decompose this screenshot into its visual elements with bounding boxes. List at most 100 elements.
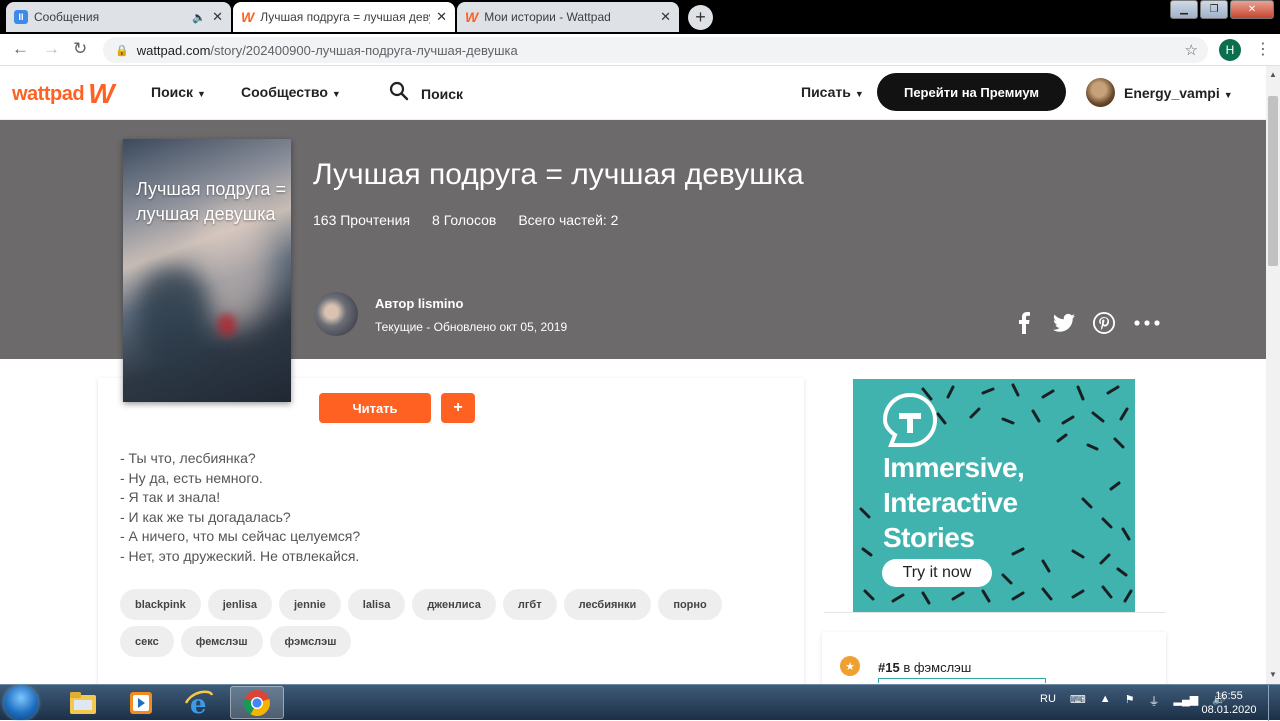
caret-down-icon: ▼ [197,89,206,99]
wattpad-icon: W [241,9,255,25]
internet-explorer-icon[interactable]: e [172,686,226,719]
close-icon[interactable]: ✕ [660,9,671,25]
tag[interactable]: секс [120,626,174,657]
ad-headline-line: Stories [883,522,975,553]
tab-my-stories[interactable]: W Мои истории - Wattpad ✕ [457,2,679,32]
tag[interactable]: blackpink [120,589,201,620]
tag[interactable]: лесбиянки [563,589,652,620]
window-close-button[interactable]: ✕ [1230,0,1274,19]
system-tray: RU ⌨ ▲ ⚑ ⏚ ▂▄▆ 🔊 [1040,693,1226,709]
ranking-bar [878,678,1046,683]
tab-title: Сообщения [34,10,100,24]
divider [824,612,1166,613]
tag[interactable]: jennie [279,589,341,620]
story-status: Текущие - Обновлено окт 05, 2019 [375,320,568,334]
signal-icon[interactable]: ▂▄▆ [1174,693,1199,709]
story-details-card: Читать + - Ты что, лесбиянка? - Ну да, е… [98,378,804,698]
start-button[interactable] [4,686,38,720]
ad-cta-button[interactable]: Try it now [882,559,992,587]
reload-icon[interactable]: ↻ [73,39,87,59]
minimize-button[interactable]: ▁ [1170,0,1198,19]
lock-icon: 🔒 [115,44,129,57]
logo-text: wattpad [12,82,85,105]
profile-avatar[interactable]: Н [1219,39,1241,61]
nav-browse[interactable]: Поиск ▼ [151,84,206,100]
nav-write[interactable]: Писать ▼ [801,84,864,100]
page-scrollbar[interactable]: ▲ ▼ [1266,66,1280,684]
facebook-icon[interactable] [1013,312,1035,334]
tag[interactable]: jenlisa [207,589,272,620]
tab-title: Мои истории - Wattpad [484,10,611,24]
show-desktop-button[interactable] [1268,685,1280,721]
description-line: - И как же ты догадалась? [120,508,291,525]
rank-category: в фэмслэш [899,660,972,675]
scroll-down-icon[interactable]: ▼ [1269,670,1277,679]
search-icon[interactable] [389,81,409,101]
pinterest-icon[interactable] [1093,312,1115,334]
chrome-icon[interactable] [230,686,284,719]
cover-image-part [138,269,208,369]
rank-number: #15 [878,660,900,675]
url-host: wattpad.com [136,42,211,58]
tag[interactable]: лгбт [502,589,557,620]
back-icon[interactable]: ← [12,39,29,59]
avatar[interactable] [1086,78,1115,107]
flag-icon[interactable]: ⚑ [1125,693,1135,709]
ranking-star-icon: ★ [840,656,860,676]
tab-story[interactable]: W Лучшая подруга = лучшая девушка ✕ [233,2,455,32]
system-clock[interactable]: 16:55 08.01.2020 [1200,689,1258,717]
ranking-link[interactable]: #15 в фэмслэш [878,660,971,675]
window-controls: ▁ ❐ ✕ [1170,0,1274,19]
caret-down-icon: ▼ [331,89,341,99]
new-tab-button[interactable]: + [688,5,713,30]
author-avatar[interactable] [314,292,358,336]
nav-community[interactable]: Сообщество ▼ [241,84,341,100]
read-button[interactable]: Читать [319,393,431,423]
close-icon[interactable]: ✕ [436,9,447,25]
nav-write-label: Писать [801,84,851,100]
power-icon[interactable]: ⏚ [1149,693,1160,709]
media-player-icon[interactable] [114,686,168,719]
restore-button[interactable]: ❐ [1200,0,1228,19]
tab-messages[interactable]: II Сообщения 🔈 ✕ [6,2,231,32]
author-link[interactable]: Автор lismino [375,296,463,311]
story-cover[interactable]: Лучшая подруга = лучшая девушка [123,139,291,402]
browser-menu-icon[interactable]: ⋮ [1255,39,1271,59]
more-icon[interactable] [1133,312,1161,334]
cover-title: Лучшая подруга = лучшая девушка [136,179,286,224]
story-stats: 163 Прочтения 8 Голосов Всего частей: 2 [313,212,618,228]
reads-count: 163 Прочтения [313,212,411,228]
user-menu[interactable]: Energy_vampi ▼ [1124,85,1233,101]
wattpad-logo[interactable]: wattpad W [12,80,115,108]
nav-community-label: Сообщество [241,84,328,100]
username: Energy_vampi [1124,85,1220,101]
forward-icon[interactable]: → [43,39,60,59]
url-path: /story/202400900-лучшая-подруга-лучшая-д… [210,42,518,58]
language-indicator[interactable]: RU [1040,693,1056,709]
tray-expand-icon[interactable]: ▲ [1100,693,1111,709]
scroll-up-icon[interactable]: ▲ [1269,70,1277,79]
tag[interactable]: дженлиса [412,589,496,620]
tag[interactable]: порно [658,589,722,620]
bookmark-star-icon[interactable]: ☆ [1185,41,1198,59]
keyboard-icon[interactable]: ⌨ [1070,693,1086,709]
twitter-icon[interactable] [1053,312,1075,334]
page-title: Лучшая подруга = лучшая девушка [313,158,804,191]
address-bar[interactable]: 🔒 wattpad.com/story/202400900-лучшая-под… [103,37,1208,63]
ad-banner[interactable]: Immersive, Interactive Stories Try it no… [853,379,1135,613]
explorer-icon[interactable] [56,686,110,719]
scroll-thumb[interactable] [1268,96,1278,266]
tag[interactable]: фэмслэш [269,626,352,657]
site-header: wattpad W Поиск ▼ Сообщество ▼ Поиск Писат… [0,66,1266,120]
premium-button[interactable]: Перейти на Премиум [877,73,1066,111]
wattpad-icon: W [465,9,479,25]
description-line: - Ты что, лесбиянка? [120,450,256,466]
close-icon[interactable]: ✕ [212,9,223,25]
story-description: - Ты что, лесбиянка? - Ну да, есть немно… [120,449,360,567]
tag[interactable]: фемслэш [180,626,263,657]
description-line: - Я так и знала! [120,489,221,506]
tag[interactable]: lalisa [347,589,406,620]
search-input[interactable]: Поиск [421,86,463,102]
speaker-icon[interactable]: 🔈 [192,11,206,24]
add-to-library-button[interactable]: + [441,393,475,423]
